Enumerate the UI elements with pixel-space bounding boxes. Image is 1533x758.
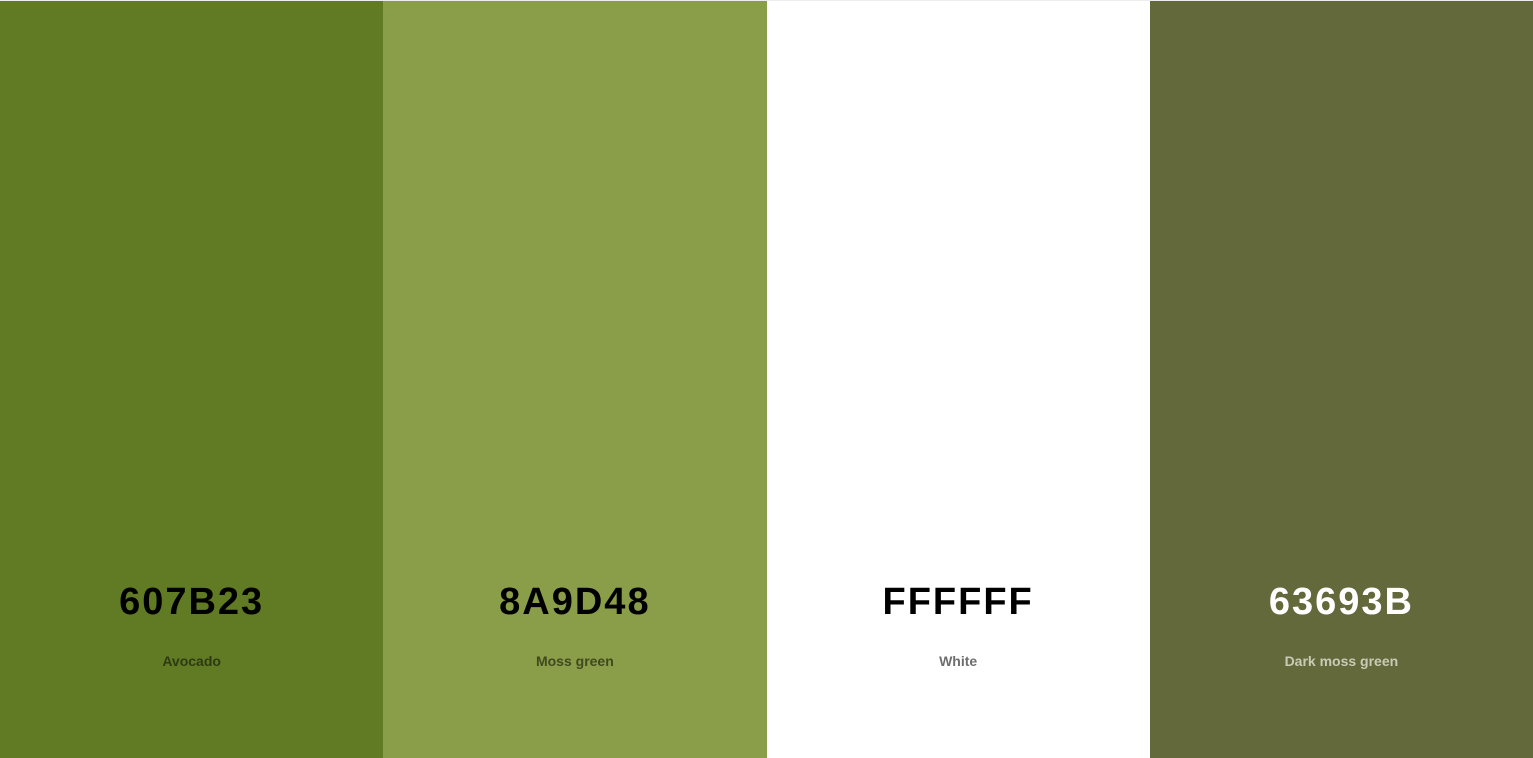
- color-palette: 607B23 Avocado 8A9D48 Moss green FFFFFF …: [0, 0, 1533, 758]
- swatch-hex-label[interactable]: FFFFFF: [767, 578, 1150, 626]
- swatch-avocado[interactable]: 607B23 Avocado: [0, 1, 384, 758]
- swatch-white[interactable]: FFFFFF White: [766, 1, 1150, 758]
- swatch-hex-label[interactable]: 8A9D48: [383, 578, 766, 626]
- swatch-name-label: Avocado: [162, 653, 221, 669]
- swatch-hex-label[interactable]: 63693B: [1150, 578, 1533, 626]
- swatch-name-label: Moss green: [535, 653, 614, 669]
- swatch-hex-label[interactable]: 607B23: [0, 578, 383, 626]
- swatch-dark-moss-green[interactable]: 63693B Dark moss green: [1149, 1, 1533, 758]
- swatch-name-label: White: [939, 653, 978, 669]
- swatch-moss-green[interactable]: 8A9D48 Moss green: [383, 1, 767, 758]
- swatch-name-label: Dark moss green: [1284, 653, 1399, 669]
